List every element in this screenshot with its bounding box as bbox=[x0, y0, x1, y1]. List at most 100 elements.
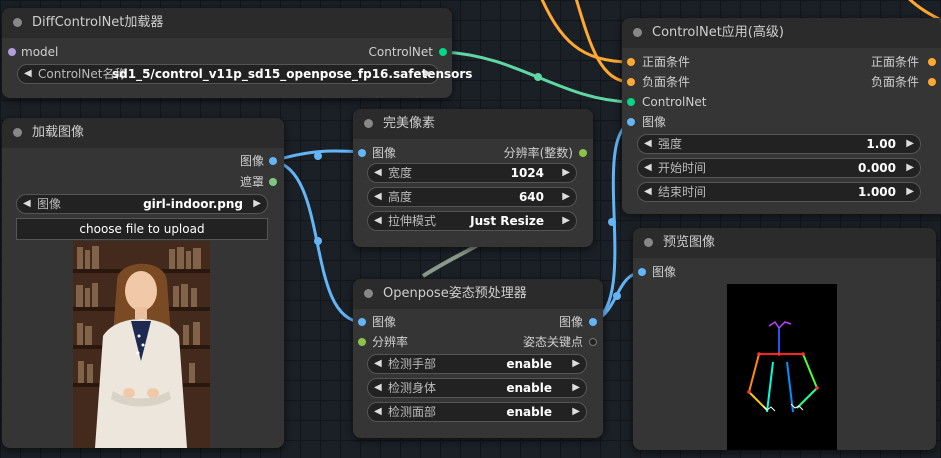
combo-next-icon[interactable]: ▶ bbox=[572, 379, 580, 397]
combo-prev-icon[interactable]: ◀ bbox=[374, 212, 382, 230]
combo-prev-icon[interactable]: ◀ bbox=[23, 195, 31, 213]
combo-label: 检测手部 bbox=[388, 357, 437, 371]
positive-output-pin[interactable] bbox=[928, 58, 936, 66]
combo-prev-icon[interactable]: ◀ bbox=[24, 65, 32, 83]
decrement-icon[interactable]: ◀ bbox=[374, 164, 382, 182]
image-input-pin[interactable] bbox=[358, 318, 366, 326]
node-title-bar[interactable]: DiffControlNet加载器 bbox=[2, 8, 452, 38]
preview-image-node[interactable]: 预览图像 图像 bbox=[633, 228, 936, 450]
controlnet-output-pin[interactable] bbox=[439, 48, 447, 56]
controlnet-name-combo[interactable]: ◀ ControlNet名称 sd1_5/control_v11p_sd15_o… bbox=[17, 64, 472, 84]
resolution-input-pin[interactable] bbox=[358, 338, 366, 346]
diffcontrolnet-loader-node[interactable]: DiffControlNet加载器 model ControlNet ◀ Con… bbox=[2, 8, 472, 98]
image-output-slot[interactable]: 图像 bbox=[483, 314, 603, 330]
model-input-pin[interactable] bbox=[8, 48, 16, 56]
increment-icon[interactable]: ▶ bbox=[906, 135, 914, 153]
detect-face-combo[interactable]: ◀ 检测面部 enable ▶ bbox=[367, 402, 587, 422]
controlnet-input-pin[interactable] bbox=[627, 98, 635, 106]
positive-output-slot[interactable]: 正面条件 bbox=[791, 54, 941, 70]
number-label: 强度 bbox=[658, 137, 683, 151]
negative-input-pin[interactable] bbox=[627, 78, 635, 86]
combo-prev-icon[interactable]: ◀ bbox=[374, 379, 382, 397]
combo-next-icon[interactable]: ▶ bbox=[572, 355, 580, 373]
collapse-dot-icon[interactable] bbox=[633, 28, 642, 37]
strength-number[interactable]: ◀ 强度 1.00 ▶ bbox=[637, 134, 921, 154]
load-image-node[interactable]: 加载图像 图像 遮罩 ◀ 图像 girl-indoor.png ▶ choose… bbox=[2, 118, 284, 448]
image-input-slot[interactable]: 图像 bbox=[622, 114, 772, 130]
start-percent-number[interactable]: ◀ 开始时间 0.000 ▶ bbox=[637, 158, 921, 178]
collapse-dot-icon[interactable] bbox=[13, 18, 22, 27]
positive-input-slot[interactable]: 正面条件 bbox=[622, 54, 772, 70]
node-title-bar[interactable]: 完美像素 bbox=[353, 109, 593, 139]
controlnet-input-label: ControlNet bbox=[642, 95, 707, 109]
negative-output-label: 负面条件 bbox=[870, 75, 919, 89]
image-input-pin[interactable] bbox=[627, 118, 635, 126]
mask-output-pin[interactable] bbox=[269, 178, 277, 186]
image-input-pin[interactable] bbox=[358, 149, 366, 157]
image-output-pin[interactable] bbox=[589, 318, 597, 326]
increment-icon[interactable]: ▶ bbox=[906, 183, 914, 201]
height-number[interactable]: ◀ 高度 640 ▶ bbox=[367, 187, 577, 207]
end-percent-number[interactable]: ◀ 结束时间 1.000 ▶ bbox=[637, 182, 921, 202]
combo-label: 检测面部 bbox=[388, 405, 437, 419]
mask-output-slot[interactable]: 遮罩 bbox=[134, 174, 284, 190]
image-input-slot[interactable]: 图像 bbox=[353, 145, 473, 161]
collapse-dot-icon[interactable] bbox=[13, 128, 22, 137]
image-output-slot[interactable]: 图像 bbox=[134, 153, 284, 169]
increment-icon[interactable]: ▶ bbox=[906, 159, 914, 177]
detect-hand-combo[interactable]: ◀ 检测手部 enable ▶ bbox=[367, 354, 587, 374]
number-label: 宽度 bbox=[388, 166, 413, 180]
image-input-slot[interactable]: 图像 bbox=[353, 314, 473, 330]
combo-prev-icon[interactable]: ◀ bbox=[374, 355, 382, 373]
resolution-output-slot[interactable]: 分辨率(整数) bbox=[473, 145, 593, 161]
combo-value: enable bbox=[506, 381, 552, 395]
decrement-icon[interactable]: ◀ bbox=[644, 159, 652, 177]
openpose-preprocessor-node[interactable]: Openpose姿态预处理器 图像 图像 分辨率 姿态关键点 ◀ 检测手部 en… bbox=[353, 279, 603, 438]
combo-prev-icon[interactable]: ◀ bbox=[374, 403, 382, 421]
image-file-combo[interactable]: ◀ 图像 girl-indoor.png ▶ bbox=[16, 194, 268, 214]
node-title-bar[interactable]: 加载图像 bbox=[2, 118, 284, 148]
increment-icon[interactable]: ▶ bbox=[562, 188, 570, 206]
model-input-slot[interactable]: model bbox=[2, 44, 202, 60]
combo-next-icon[interactable]: ▶ bbox=[253, 195, 261, 213]
width-number[interactable]: ◀ 宽度 1024 ▶ bbox=[367, 163, 577, 183]
combo-value: sd1_5/control_v11p_sd15_openpose_fp16.sa… bbox=[112, 67, 473, 81]
negative-input-slot[interactable]: 负面条件 bbox=[622, 74, 772, 90]
decrement-icon[interactable]: ◀ bbox=[374, 188, 382, 206]
node-title: Openpose姿态预处理器 bbox=[383, 286, 527, 301]
controlnet-input-slot[interactable]: ControlNet bbox=[622, 94, 772, 110]
collapse-dot-icon[interactable] bbox=[364, 289, 373, 298]
controlnet-apply-advanced-node[interactable]: ControlNet应用(高级) 正面条件 正面条件 负面条件 负面条件 Con… bbox=[622, 18, 941, 214]
decrement-icon[interactable]: ◀ bbox=[644, 183, 652, 201]
positive-input-pin[interactable] bbox=[627, 58, 635, 66]
controlnet-output-slot[interactable]: ControlNet bbox=[252, 44, 452, 60]
upload-button[interactable]: choose file to upload bbox=[16, 218, 268, 240]
image-input-label: 图像 bbox=[642, 115, 667, 129]
image-input-pin[interactable] bbox=[638, 268, 646, 276]
negative-output-pin[interactable] bbox=[928, 78, 936, 86]
decrement-icon[interactable]: ◀ bbox=[644, 135, 652, 153]
mask-output-label: 遮罩 bbox=[239, 175, 264, 189]
image-output-pin[interactable] bbox=[269, 157, 277, 165]
pose-keypoint-output-slot[interactable]: 姿态关键点 bbox=[483, 334, 603, 350]
loaded-image-preview bbox=[73, 241, 210, 448]
collapse-dot-icon[interactable] bbox=[644, 238, 653, 247]
resolution-input-slot[interactable]: 分辨率 bbox=[353, 334, 473, 350]
combo-next-icon[interactable]: ▶ bbox=[424, 65, 432, 83]
node-title-bar[interactable]: Openpose姿态预处理器 bbox=[353, 279, 603, 309]
node-title-bar[interactable]: 预览图像 bbox=[633, 228, 936, 258]
resolution-output-pin[interactable] bbox=[579, 149, 587, 157]
detect-body-combo[interactable]: ◀ 检测身体 enable ▶ bbox=[367, 378, 587, 398]
pixel-perfect-resolution-node[interactable]: 完美像素 图像 分辨率(整数) ◀ 宽度 1024 ▶ ◀ 高度 640 ▶ ◀… bbox=[353, 109, 593, 247]
number-value: 640 bbox=[518, 190, 544, 204]
collapse-dot-icon[interactable] bbox=[364, 119, 373, 128]
pose-keypoint-output-pin[interactable] bbox=[589, 338, 597, 346]
node-title-bar[interactable]: ControlNet应用(高级) bbox=[622, 18, 941, 48]
combo-next-icon[interactable]: ▶ bbox=[562, 212, 570, 230]
increment-icon[interactable]: ▶ bbox=[562, 164, 570, 182]
negative-output-slot[interactable]: 负面条件 bbox=[791, 74, 941, 90]
image-input-slot[interactable]: 图像 bbox=[633, 264, 753, 280]
model-input-label: model bbox=[21, 45, 59, 59]
combo-next-icon[interactable]: ▶ bbox=[572, 403, 580, 421]
resize-mode-combo[interactable]: ◀ 拉伸模式 Just Resize ▶ bbox=[367, 211, 577, 231]
